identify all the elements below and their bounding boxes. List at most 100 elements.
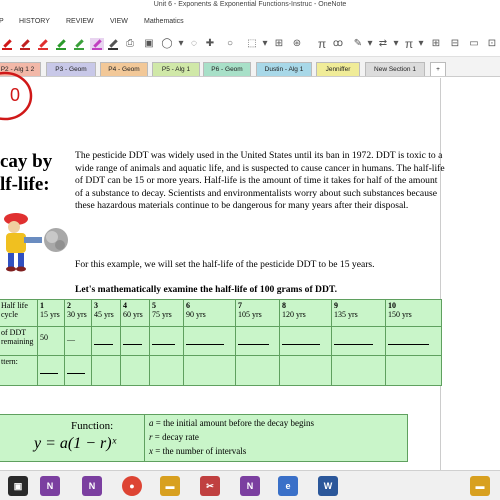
amount-cell[interactable]: 50 — [37, 326, 65, 356]
onenote-icon[interactable]: N — [40, 476, 60, 496]
app-icon-2[interactable]: ▬ — [470, 476, 490, 496]
title-bar: Unit 6 - Exponents & Exponential Functio… — [0, 0, 500, 14]
red-ink-annotation: 0 — [0, 71, 33, 121]
arrows-icon[interactable]: ⇄ — [377, 38, 389, 50]
cycle-cell: 5 75 yrs — [149, 299, 184, 327]
page-icon[interactable]: ▭ — [468, 38, 480, 50]
ink-toolbar: ⎙ ▣ ◯ ▾ ◌ ✚ ○ ⬚ ▾ ⊞ ⊛ π ꝏ ✎ ▾ ⇄ ▾ π ▾ ⊞ … — [0, 31, 500, 57]
onenote-n-icon[interactable]: N — [82, 476, 102, 496]
amount-cell[interactable]: __ — [64, 326, 92, 356]
image-icon[interactable]: ▣ — [143, 38, 155, 50]
windows-taskbar: ▣ N N ● ▬ ✂ N e W ▬ — [0, 470, 500, 500]
amount-cell[interactable] — [91, 326, 121, 356]
pi-icon-2[interactable]: π — [403, 38, 415, 50]
menu-history[interactable]: HISTORY — [19, 18, 50, 25]
cycle-cell: 10 150 yrs — [385, 299, 442, 327]
cycle-cell: 6 90 yrs — [183, 299, 236, 327]
tab-new-section-1[interactable]: New Section 1 — [365, 62, 425, 76]
crop-icon[interactable]: ⬚ — [246, 38, 258, 50]
green-pen-icon-2[interactable] — [74, 38, 84, 50]
dark-pen-icon[interactable] — [108, 38, 118, 50]
lasso-icon[interactable]: ◯ — [161, 38, 173, 50]
dropdown-icon-5[interactable]: ▾ — [415, 38, 427, 50]
pattern-cell[interactable] — [279, 355, 332, 386]
red-pen-icon-3[interactable] — [38, 38, 48, 50]
heading-line-1: cay by — [0, 151, 53, 172]
table-row-cycles: Half life cycle 1 15 yrs 2 30 yrs 3 45 yrs … — [0, 299, 442, 327]
cycle-cell: 3 45 yrs — [91, 299, 121, 327]
tab-jenniffer[interactable]: Jenniffer — [316, 62, 360, 76]
green-pen-icon[interactable] — [56, 38, 66, 50]
pattern-cell[interactable] — [149, 355, 184, 386]
shapes-icon[interactable]: ◌ — [188, 38, 200, 50]
dropdown-icon[interactable]: ▾ — [175, 38, 187, 50]
page-margin-line — [440, 78, 441, 470]
pattern-cell[interactable] — [331, 355, 386, 386]
pattern-cell[interactable] — [37, 355, 65, 386]
tab-dustin-alg1[interactable]: Dustin - Alg 1 — [256, 62, 312, 76]
ddt-description-paragraph: The pesticide DDT was widely used in the… — [75, 150, 445, 211]
examine-heading: Let's mathematically examine the half-li… — [75, 284, 338, 295]
definition-x: x = the number of intervals — [149, 446, 247, 456]
row-label-cycle: Half life cycle — [0, 299, 38, 327]
pattern-cell[interactable] — [183, 355, 236, 386]
amount-cell[interactable] — [331, 326, 386, 356]
cycle-cell: 7 105 yrs — [235, 299, 280, 327]
decay-formula: y = a(1 − r)ˣ — [34, 435, 117, 452]
printer-icon[interactable]: ⎙ — [124, 38, 136, 50]
function-label: Function: — [71, 420, 114, 432]
chrome-icon[interactable]: ● — [122, 476, 142, 496]
dropdown-icon-3[interactable]: ▾ — [364, 38, 376, 50]
amount-cell[interactable] — [385, 326, 442, 356]
tab-p4-geom[interactable]: P4 - Geom — [100, 62, 148, 76]
word-icon[interactable]: W — [318, 476, 338, 496]
app-icon[interactable]: ▣ — [8, 476, 28, 496]
amount-cell[interactable] — [279, 326, 332, 356]
note-canvas[interactable] — [0, 78, 500, 470]
highlighter-pink-icon[interactable] — [90, 38, 104, 50]
add-section-button[interactable]: + — [430, 62, 446, 76]
pattern-cell[interactable] — [385, 355, 442, 386]
formula-divider — [144, 415, 145, 461]
menu-mathematics[interactable]: Mathematics — [144, 18, 184, 25]
grid-icon[interactable]: ⊞ — [430, 38, 442, 50]
cycle-cell: 2 30 yrs — [64, 299, 92, 327]
cycle-cell: 8 120 yrs — [279, 299, 332, 327]
amount-cell[interactable] — [183, 326, 236, 356]
onenote-active-icon[interactable]: N — [240, 476, 260, 496]
pattern-cell[interactable] — [91, 355, 121, 386]
menu-partial[interactable]: IP — [0, 18, 4, 25]
menu-view[interactable]: VIEW — [110, 18, 128, 25]
table-row-pattern: ttern: — [0, 355, 442, 386]
lasso-select-icon[interactable]: ꝏ — [332, 38, 344, 50]
transform-icon[interactable]: ⊛ — [291, 38, 303, 50]
more-icon[interactable]: ⊡ — [486, 38, 498, 50]
tab-p5-alg1[interactable]: P5 - Alg 1 — [152, 62, 200, 76]
ie-icon[interactable]: e — [278, 476, 298, 496]
folder-icon[interactable]: ▬ — [160, 476, 180, 496]
cycle-cell: 4 60 yrs — [120, 299, 150, 327]
circle-icon[interactable]: ○ — [224, 38, 236, 50]
snip-icon[interactable]: ✂ — [200, 476, 220, 496]
tab-p6-geom[interactable]: P6 - Geom — [203, 62, 251, 76]
red-pen-icon[interactable] — [2, 38, 12, 50]
tab-p3-geom[interactable]: P3 - Geom — [46, 62, 96, 76]
dropdown-icon-2[interactable]: ▾ — [259, 38, 271, 50]
half-life-setup-paragraph: For this example, we will set the half-l… — [75, 259, 375, 270]
plus-icon[interactable]: ✚ — [204, 38, 216, 50]
amount-cell[interactable] — [149, 326, 184, 356]
amount-cell[interactable] — [120, 326, 150, 356]
menu-review[interactable]: REVIEW — [66, 18, 94, 25]
text-icon[interactable]: ⊟ — [449, 38, 461, 50]
pen-dropdown-icon[interactable]: ✎ — [352, 38, 364, 50]
pattern-cell[interactable] — [120, 355, 150, 386]
amount-cell[interactable] — [235, 326, 280, 356]
red-pen-icon-2[interactable] — [20, 38, 30, 50]
pattern-cell[interactable] — [235, 355, 280, 386]
pi-icon[interactable]: π — [316, 38, 328, 50]
half-life-table: Half life cycle 1 15 yrs 2 30 yrs 3 45 yrs … — [0, 299, 442, 386]
ribbon-menu-bar: IP HISTORY REVIEW VIEW Mathematics — [0, 14, 500, 31]
dropdown-icon-4[interactable]: ▾ — [390, 38, 402, 50]
pattern-cell[interactable] — [64, 355, 92, 386]
graph-icon[interactable]: ⊞ — [273, 38, 285, 50]
